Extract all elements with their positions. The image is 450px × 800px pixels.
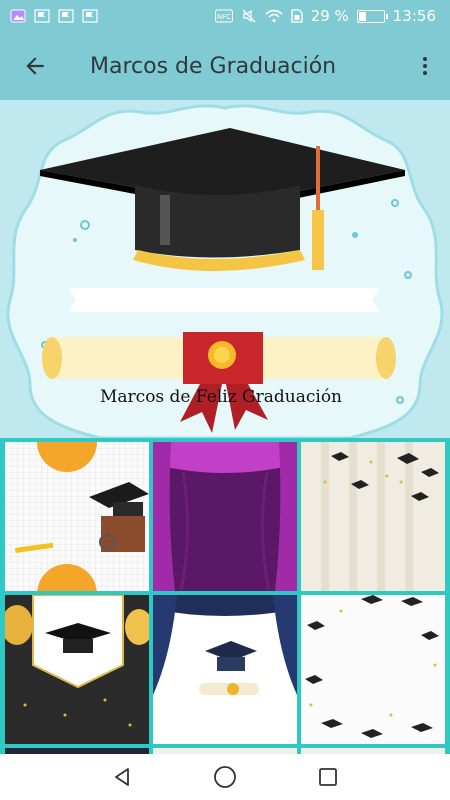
system-icons: NFC 29 % 13:56: [214, 7, 436, 25]
sim-icon: [291, 9, 303, 23]
svg-text:NFC: NFC: [217, 13, 231, 21]
frame-thumbnail: [5, 442, 149, 591]
wifi-icon: [265, 9, 283, 23]
nav-back-button[interactable]: [102, 757, 142, 797]
page-title: Marcos de Graduación: [90, 53, 337, 79]
frames-grid: [0, 438, 450, 754]
recents-square-icon: [319, 768, 338, 786]
nfc-icon: NFC: [214, 9, 233, 23]
frame-tile-blue-curtain-diploma[interactable]: [153, 595, 297, 744]
back-button[interactable]: [0, 32, 70, 100]
frame-tile-caps-confetti[interactable]: [301, 595, 445, 744]
banner-ribbon-text: Marcos de Feliz Graduación: [100, 387, 343, 407]
nav-home-button[interactable]: [205, 757, 245, 797]
gallery-icon: [10, 9, 26, 23]
flag-icon: [58, 9, 74, 23]
frame-tile-caps-striped[interactable]: [301, 442, 445, 591]
home-circle-icon: [214, 766, 236, 788]
frame-tile-notebook-orange[interactable]: [5, 442, 149, 591]
banner-image: Marcos de Feliz Graduación: [0, 100, 450, 438]
flag-icon: [82, 9, 98, 23]
more-vert-icon: [423, 57, 427, 75]
frame-thumbnail: [153, 595, 297, 744]
frame-tile-purple-curtain[interactable]: [153, 442, 297, 591]
frame-thumbnail: [301, 595, 445, 744]
clock: 13:56: [392, 7, 436, 25]
frame-thumbnail: [301, 442, 445, 591]
nav-recents-button[interactable]: [308, 757, 348, 797]
frame-thumbnail: [5, 595, 149, 744]
battery-icon: [356, 9, 388, 23]
battery-percent: 29 %: [310, 7, 349, 25]
overflow-menu-button[interactable]: [400, 32, 450, 100]
back-triangle-icon: [114, 768, 129, 786]
flag-icon: [34, 9, 50, 23]
status-bar: NFC 29 % 13:56: [0, 0, 450, 32]
app-bar: Marcos de Graduación: [0, 32, 450, 100]
system-nav-bar: [0, 754, 450, 800]
frame-tile-gold-balloons[interactable]: [5, 595, 149, 744]
notification-icons: [10, 9, 98, 23]
arrow-left-icon: [26, 57, 44, 75]
frame-thumbnail: [153, 442, 297, 591]
mute-icon: [242, 9, 256, 23]
